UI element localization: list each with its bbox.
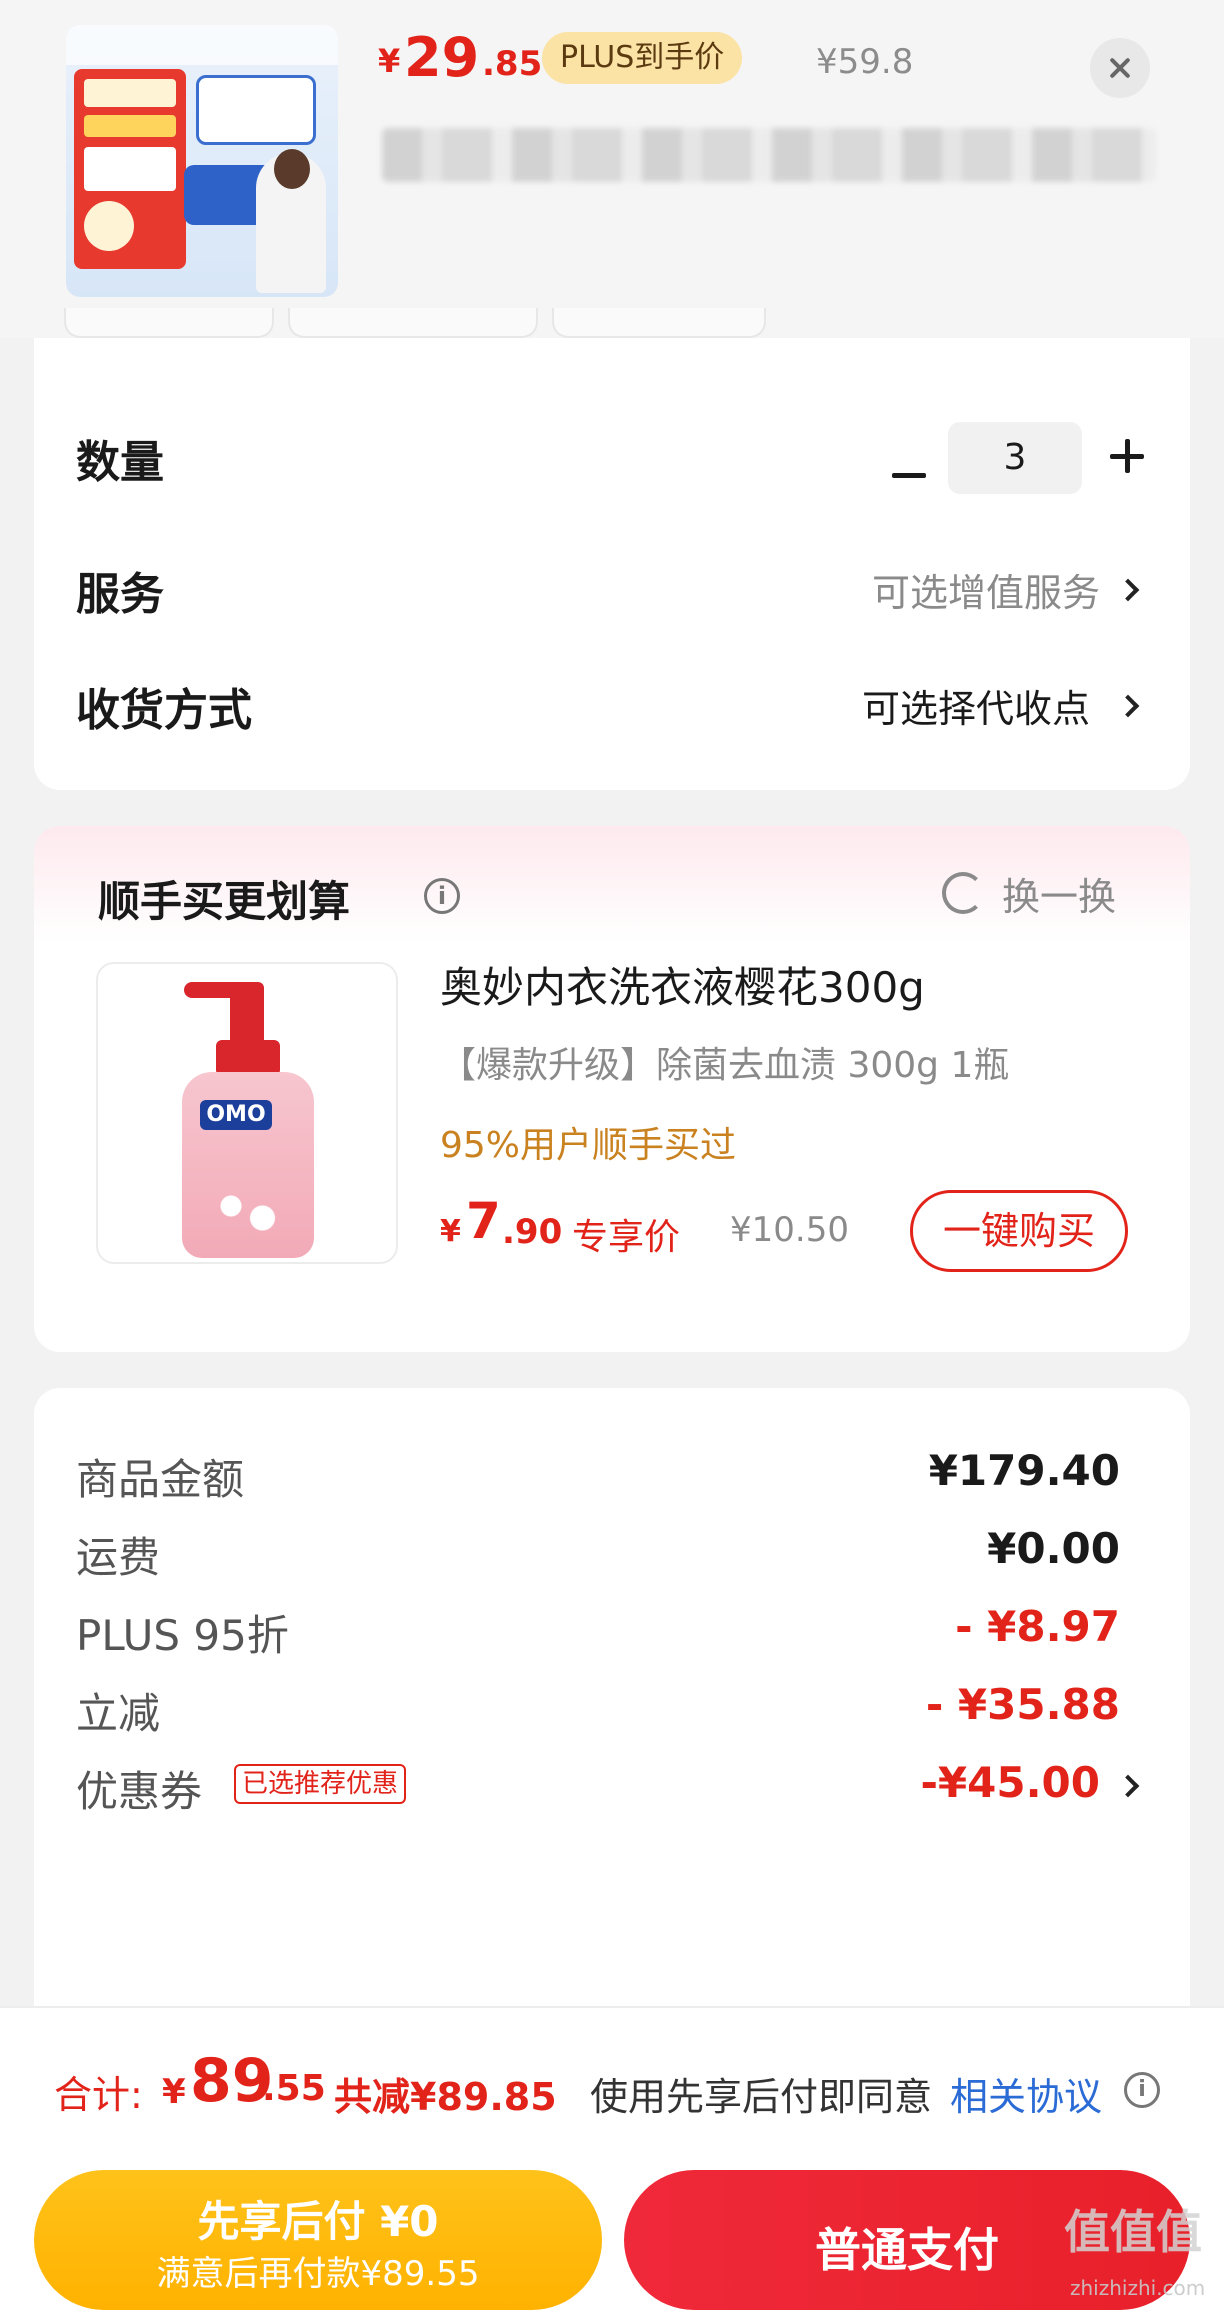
quantity-increment-button[interactable] <box>1106 434 1150 478</box>
price-currency: ¥ <box>378 42 401 80</box>
bnpl-title: 先享后付 ¥0 <box>197 2197 439 2246</box>
quantity-decrement-button[interactable] <box>888 454 932 498</box>
delivery-label: 收货方式 <box>76 685 252 736</box>
summary-value: ¥179.40 <box>928 1446 1120 1495</box>
summary-value: ¥0.00 <box>987 1524 1120 1573</box>
thumbnail-topbar <box>66 25 338 65</box>
summary-label: PLUS 95折 <box>76 1611 289 1660</box>
plus-price-badge: PLUS到手价 <box>542 32 743 84</box>
agreement-text: 使用先享后付即同意 <box>590 2075 933 2119</box>
brand-logo: OMO <box>200 1100 272 1130</box>
upsell-product-name[interactable]: 奥妙内衣洗衣液樱花300g <box>440 954 925 1015</box>
coupon-label: 优惠券 <box>76 1767 203 1816</box>
flower-graphic <box>204 1182 294 1242</box>
quantity-input[interactable]: 3 <box>948 422 1082 494</box>
delivery-value[interactable]: 可选择代收点 <box>862 678 1090 733</box>
info-icon[interactable]: i <box>424 878 460 914</box>
checkout-bar: 合计: ¥ 89 .55 共减¥89.85 使用先享后付即同意 相关协议 i 先… <box>0 2006 1224 2319</box>
price-summary-card: 商品金额 ¥179.40 运费 ¥0.00 PLUS 95折 - ¥8.97 立… <box>34 1388 1190 2028</box>
one-click-buy-button[interactable]: 一键购买 <box>910 1190 1128 1272</box>
upsell-social-proof: 95%用户顺手买过 <box>440 1125 737 1166</box>
upsell-product-image[interactable]: OMO <box>96 962 398 1264</box>
watermark-logo: 值值值 <box>1064 2205 1202 2259</box>
coupon-value[interactable]: -¥45.00 <box>920 1758 1100 1807</box>
upsell-original-price: ¥10.50 <box>730 1210 849 1250</box>
upsell-price-integer: 7 <box>466 1192 501 1250</box>
quantity-label: 数量 <box>76 437 164 488</box>
upsell-product-spec: 【爆款升级】除菌去血渍 300g 1瓶 <box>440 1045 1010 1086</box>
original-price: ¥59.8 <box>816 42 914 82</box>
spec-option-chip[interactable] <box>288 308 538 338</box>
agreement-link[interactable]: 相关协议 <box>950 2066 1102 2121</box>
product-thumbnail[interactable] <box>66 25 338 297</box>
info-icon[interactable]: i <box>1124 2072 1160 2108</box>
thumbnail-promo-panel <box>74 69 186 269</box>
upsell-price-currency: ¥ <box>440 1214 461 1249</box>
upsell-card: 顺手买更划算 i 换一换 OMO 奥妙内衣洗衣液樱花300g 【爆款升级】除菌去… <box>34 826 1190 1352</box>
swap-label: 换一换 <box>1002 875 1117 919</box>
summary-label: 商品金额 <box>76 1455 245 1504</box>
total-savings: 共减¥89.85 <box>334 2075 557 2119</box>
close-icon[interactable] <box>1090 38 1150 98</box>
chevron-right-icon[interactable] <box>1116 578 1140 602</box>
order-options-card: 数量 3 服务 可选增值服务 收货方式 可选择代收点 <box>34 308 1190 790</box>
summary-label: 立减 <box>76 1689 161 1738</box>
coupon-recommended-badge: 已选推荐优惠 <box>234 1764 407 1804</box>
service-value[interactable]: 可选增值服务 <box>872 562 1100 617</box>
watermark-url: zhizhizhi.com <box>1070 2276 1206 2300</box>
blurred-product-title <box>382 128 1156 182</box>
upsell-title: 顺手买更划算 <box>98 877 351 926</box>
price-integer: 29 <box>404 26 480 89</box>
total-currency: ¥ <box>162 2072 186 2112</box>
total-decimal: .55 <box>262 2068 326 2109</box>
site-watermark: 值值值 zhizhizhi.com <box>1060 2196 1220 2316</box>
total-label: 合计: <box>54 2073 143 2117</box>
chevron-right-icon[interactable] <box>1116 1774 1140 1798</box>
price-decimal: .85 <box>482 44 543 84</box>
spec-option-chip[interactable] <box>64 308 274 338</box>
summary-label: 运费 <box>76 1533 161 1582</box>
bnpl-subtitle: 满意后再付款¥89.55 <box>156 2254 480 2294</box>
upsell-price-tag: 专享价 <box>572 1217 681 1258</box>
product-summary-header: ¥ 29 .85 PLUS到手价 ¥59.8 <box>0 0 1224 338</box>
spec-option-chip[interactable] <box>552 308 766 338</box>
summary-value: - ¥35.88 <box>925 1680 1120 1729</box>
upsell-price-decimal: .90 <box>502 1212 563 1252</box>
thumbnail-model-image <box>256 149 326 293</box>
buy-now-pay-later-button[interactable]: 先享后付 ¥0 满意后再付款¥89.55 <box>34 2170 602 2310</box>
total-integer: 89 <box>190 2046 274 2116</box>
thumbnail-pack-image <box>196 75 316 145</box>
chevron-right-icon[interactable] <box>1116 694 1140 718</box>
service-label: 服务 <box>76 569 164 620</box>
summary-value: - ¥8.97 <box>955 1602 1120 1651</box>
refresh-icon <box>942 872 984 914</box>
